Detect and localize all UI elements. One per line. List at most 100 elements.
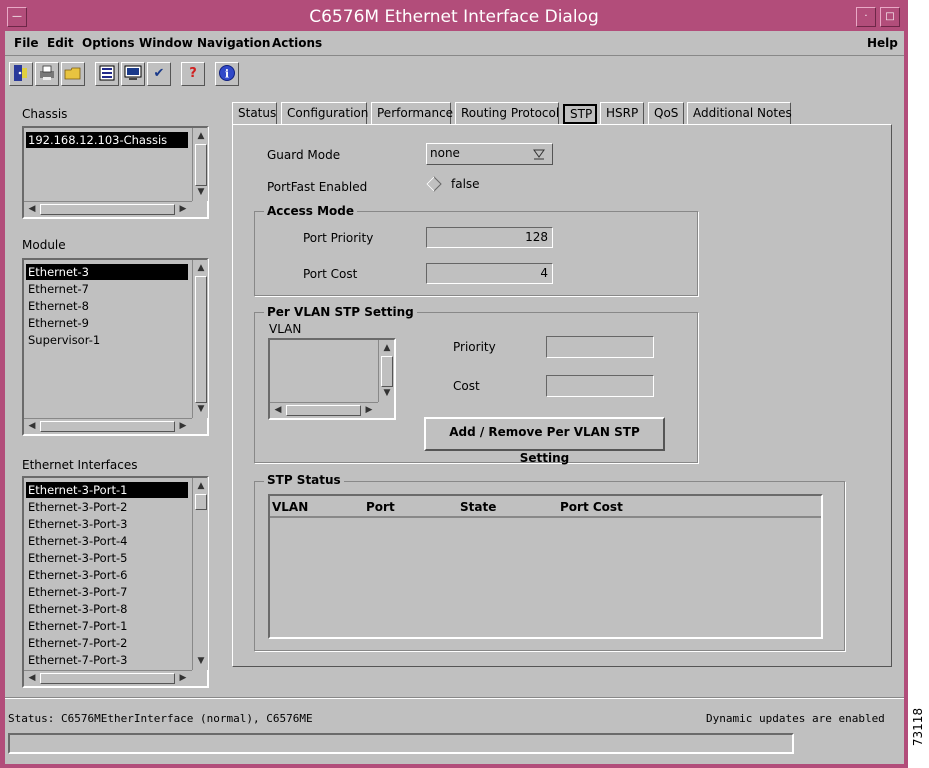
scroll-right-icon[interactable]: ▶ — [362, 403, 376, 417]
menu-options[interactable]: Options — [82, 36, 135, 50]
list-item[interactable]: Ethernet-7-Port-2 — [26, 635, 188, 651]
tab-additional-notes[interactable]: Additional Notes — [687, 102, 792, 124]
list-icon[interactable] — [95, 62, 119, 86]
menu-edit[interactable]: Edit — [47, 36, 74, 50]
print-icon[interactable] — [35, 62, 59, 86]
column-header-port-cost[interactable]: Port Cost — [560, 500, 623, 514]
list-item[interactable]: Ethernet-3-Port-1 — [26, 482, 188, 498]
list-item[interactable]: Ethernet-7 — [26, 281, 188, 297]
minimize-button[interactable]: · — [856, 7, 876, 27]
menu-window[interactable]: Window — [139, 36, 193, 50]
scroll-down-icon[interactable]: ▼ — [380, 386, 394, 400]
menu-file[interactable]: File — [14, 36, 39, 50]
column-header-vlan[interactable]: VLAN — [272, 500, 308, 514]
vlan-hscrollbar[interactable]: ◀ ▶ — [270, 402, 378, 418]
port-cost-label: Port Cost — [303, 267, 358, 281]
vlan-list[interactable]: ▲ ▼ ◀ ▶ — [268, 338, 396, 420]
scroll-up-icon[interactable]: ▲ — [380, 341, 394, 355]
exit-icon[interactable] — [9, 62, 33, 86]
list-item[interactable]: Ethernet-3-Port-8 — [26, 601, 188, 617]
list-item[interactable]: Ethernet-3-Port-3 — [26, 516, 188, 532]
scroll-left-icon[interactable]: ◀ — [25, 419, 39, 433]
list-item[interactable]: 192.168.12.103-Chassis — [26, 132, 188, 148]
interfaces-vscrollbar[interactable]: ▲ ▼ — [192, 478, 208, 670]
monitor-icon[interactable] — [121, 62, 145, 86]
tab-routing-protocol[interactable]: Routing Protocol — [455, 102, 559, 124]
title-bar[interactable]: — C6576M Ethernet Interface Dialog · □ — [4, 4, 904, 31]
interfaces-hscrollbar[interactable]: ◀ ▶ — [24, 670, 192, 686]
list-item[interactable]: Ethernet-3-Port-4 — [26, 533, 188, 549]
stp-status-table[interactable]: VLAN Port State Port Cost — [268, 494, 823, 639]
module-list[interactable]: Ethernet-3 Ethernet-7 Ethernet-8 Etherne… — [22, 258, 209, 436]
list-item[interactable]: Ethernet-3-Port-6 — [26, 567, 188, 583]
list-item[interactable]: Ethernet-3 — [26, 264, 188, 280]
maximize-button[interactable]: □ — [880, 7, 900, 27]
module-vscrollbar[interactable]: ▲ ▼ — [192, 260, 208, 418]
check-icon[interactable]: ✔ — [147, 62, 171, 86]
list-item[interactable]: Supervisor-1 — [26, 332, 188, 348]
menu-help[interactable]: Help — [867, 36, 898, 50]
list-item[interactable]: Ethernet-9 — [26, 315, 188, 331]
list-item[interactable]: Ethernet-7-Port-1 — [26, 618, 188, 634]
tab-qos[interactable]: QoS — [648, 102, 684, 124]
column-header-port[interactable]: Port — [366, 500, 395, 514]
portfast-radio[interactable] — [426, 176, 442, 192]
menu-bar: File Edit Options Window Navigation Acti… — [5, 31, 904, 56]
scroll-thumb[interactable] — [40, 673, 175, 684]
chassis-list[interactable]: 192.168.12.103-Chassis ▲ ▼ ◀ ▶ — [22, 126, 209, 219]
guard-mode-select[interactable]: none — [426, 143, 553, 165]
scroll-right-icon[interactable]: ▶ — [176, 671, 190, 685]
info-icon-glyph: i — [225, 68, 229, 81]
list-item[interactable]: Ethernet-3-Port-5 — [26, 550, 188, 566]
chevron-down-icon[interactable] — [532, 147, 546, 161]
port-priority-field[interactable]: 128 — [426, 227, 553, 248]
add-remove-vlan-button[interactable]: Add / Remove Per VLAN STP Setting — [424, 417, 665, 465]
scroll-thumb[interactable] — [195, 494, 207, 510]
scroll-right-icon[interactable]: ▶ — [176, 419, 190, 433]
vlan-cost-label: Cost — [453, 379, 480, 393]
chassis-label: Chassis — [22, 107, 68, 121]
scroll-thumb[interactable] — [381, 356, 393, 387]
scroll-up-icon[interactable]: ▲ — [194, 479, 208, 493]
interfaces-list[interactable]: Ethernet-3-Port-1 Ethernet-3-Port-2 Ethe… — [22, 476, 209, 688]
scroll-thumb[interactable] — [40, 204, 175, 215]
vlan-cost-field[interactable] — [546, 375, 654, 397]
scroll-left-icon[interactable]: ◀ — [25, 671, 39, 685]
scroll-up-icon[interactable]: ▲ — [194, 261, 208, 275]
vlan-vscrollbar[interactable]: ▲ ▼ — [378, 340, 394, 402]
tab-configuration[interactable]: Configuration — [281, 102, 368, 124]
scroll-down-icon[interactable]: ▼ — [194, 402, 208, 416]
chassis-hscrollbar[interactable]: ◀ ▶ — [24, 201, 192, 217]
tab-performance[interactable]: Performance — [371, 102, 453, 124]
scroll-up-icon[interactable]: ▲ — [194, 129, 208, 143]
scroll-thumb[interactable] — [40, 421, 175, 432]
open-folder-icon[interactable] — [61, 62, 85, 86]
tab-status[interactable]: Status — [232, 102, 277, 124]
scroll-left-icon[interactable]: ◀ — [271, 403, 285, 417]
scroll-down-icon[interactable]: ▼ — [194, 654, 208, 668]
help-icon[interactable]: ? — [181, 62, 205, 86]
scroll-thumb[interactable] — [195, 276, 207, 403]
port-priority-label: Port Priority — [303, 231, 374, 245]
column-header-state[interactable]: State — [460, 500, 496, 514]
scroll-thumb[interactable] — [195, 144, 207, 186]
tab-stp[interactable]: STP — [563, 104, 597, 124]
module-hscrollbar[interactable]: ◀ ▶ — [24, 418, 192, 434]
portfast-value: false — [451, 177, 480, 191]
scroll-right-icon[interactable]: ▶ — [176, 202, 190, 216]
scroll-left-icon[interactable]: ◀ — [25, 202, 39, 216]
tab-hsrp[interactable]: HSRP — [600, 102, 644, 124]
list-item[interactable]: Ethernet-3-Port-7 — [26, 584, 188, 600]
list-item[interactable]: Ethernet-8 — [26, 298, 188, 314]
info-icon[interactable]: i — [215, 62, 239, 86]
list-item[interactable]: Ethernet-3-Port-2 — [26, 499, 188, 515]
scroll-down-icon[interactable]: ▼ — [194, 185, 208, 199]
menu-actions[interactable]: Actions — [272, 36, 322, 50]
stp-status-title: STP Status — [264, 473, 344, 487]
vlan-priority-field[interactable] — [546, 336, 654, 358]
list-item[interactable]: Ethernet-7-Port-3 — [26, 652, 188, 668]
port-cost-field[interactable]: 4 — [426, 263, 553, 284]
menu-navigation[interactable]: Navigation — [197, 36, 270, 50]
chassis-vscrollbar[interactable]: ▲ ▼ — [192, 128, 208, 201]
scroll-thumb[interactable] — [286, 405, 361, 416]
